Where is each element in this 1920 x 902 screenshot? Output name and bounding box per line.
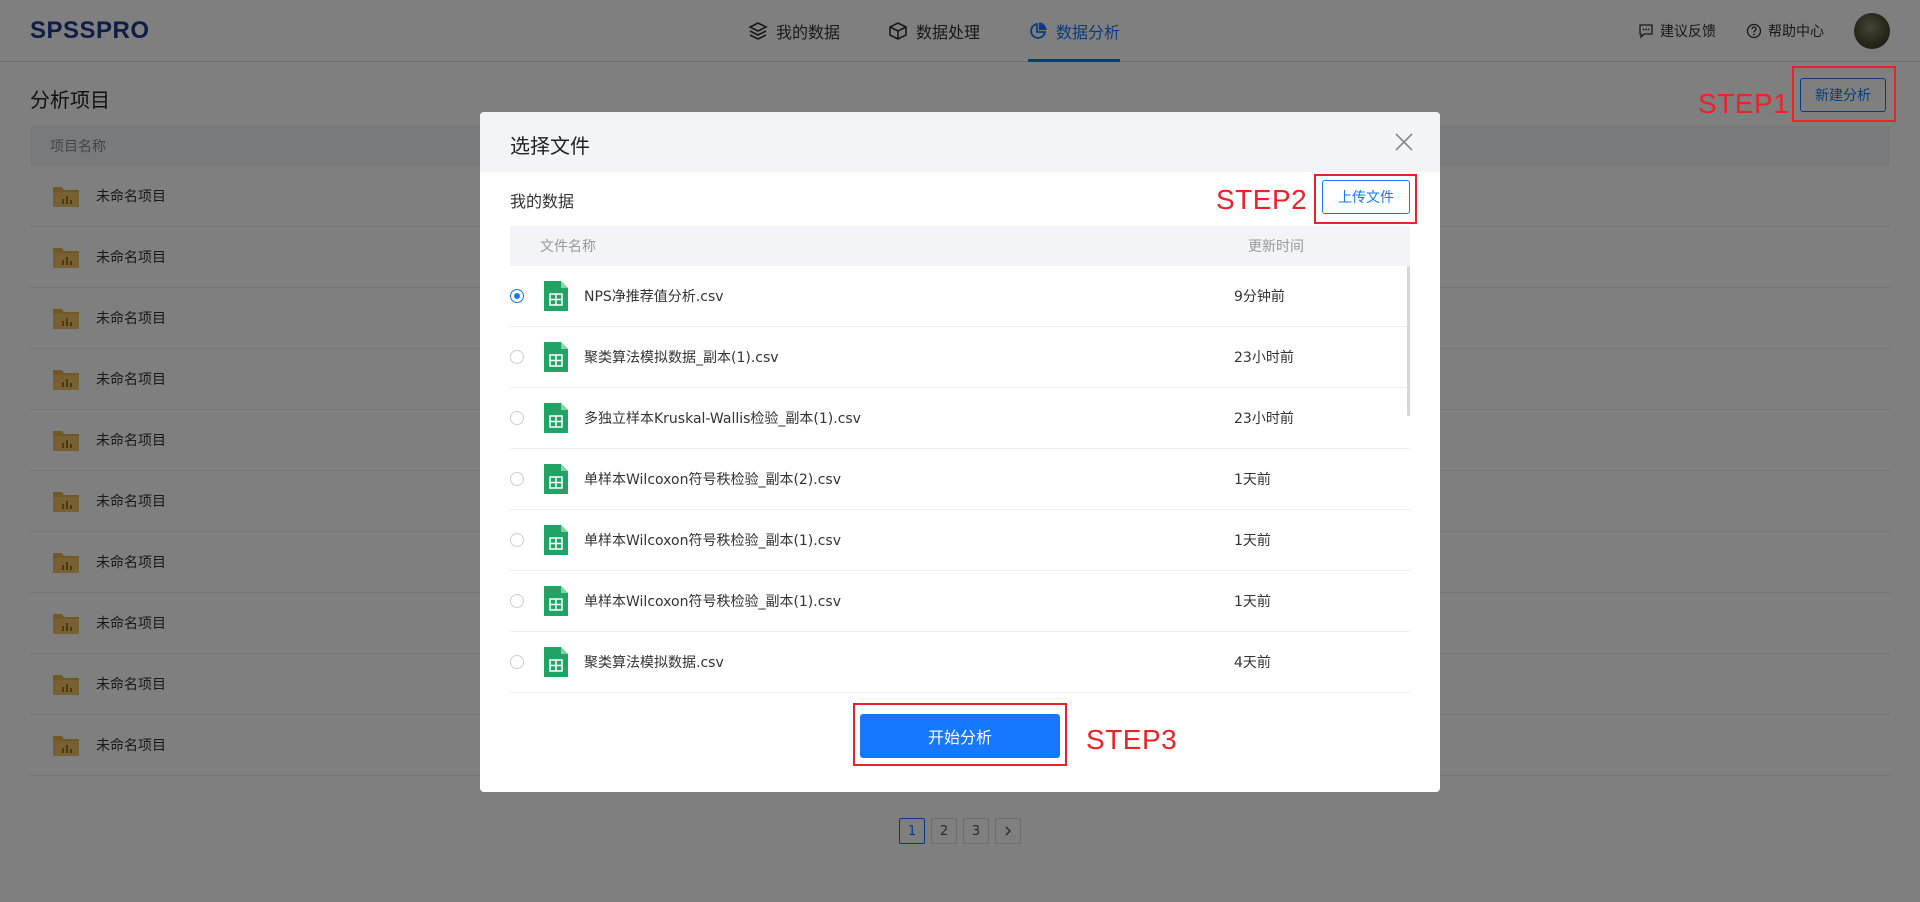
file-list-scrollbar[interactable] <box>1407 266 1410 416</box>
file-time: 1天前 <box>1234 594 1271 610</box>
step3-label: STEP3 <box>1086 724 1178 755</box>
file-time: 23小时前 <box>1234 350 1294 366</box>
file-radio[interactable] <box>510 472 524 486</box>
spreadsheet-icon <box>544 281 568 311</box>
file-list[interactable]: NPS净推荐值分析.csv 9分钟前 聚类算法模拟数据_副本(1).csv 23… <box>510 266 1410 696</box>
file-row[interactable]: 聚类算法模拟数据.csv 4天前 <box>510 632 1410 693</box>
file-name: 单样本Wilcoxon符号秩检验_副本(1).csv <box>584 533 841 549</box>
file-table: 文件名称 更新时间 NPS净推荐值分析.csv 9分钟前 聚类算法模拟数据_副本… <box>510 226 1410 696</box>
file-radio[interactable] <box>510 350 524 364</box>
file-row[interactable]: 单样本Wilcoxon符号秩检验_副本(2).csv 1天前 <box>510 449 1410 510</box>
file-radio[interactable] <box>510 533 524 547</box>
section-label-my-data: 我的数据 <box>510 192 575 211</box>
file-name: 多独立样本Kruskal-Wallis检验_副本(1).csv <box>584 411 861 427</box>
file-radio[interactable] <box>510 594 524 608</box>
step2-highlight-box <box>1314 174 1417 224</box>
file-name: 聚类算法模拟数据_副本(1).csv <box>584 350 779 366</box>
spreadsheet-icon <box>544 342 568 372</box>
file-time: 4天前 <box>1234 655 1271 671</box>
step1-label: STEP1 <box>1698 88 1790 119</box>
file-row[interactable]: NPS净推荐值分析.csv 9分钟前 <box>510 266 1410 327</box>
dialog-title: 选择文件 <box>510 134 590 158</box>
file-name: 聚类算法模拟数据.csv <box>584 655 724 671</box>
spreadsheet-icon <box>544 403 568 433</box>
step3-highlight-box <box>853 703 1067 766</box>
spreadsheet-icon <box>544 586 568 616</box>
file-radio[interactable] <box>510 411 524 425</box>
file-radio[interactable] <box>510 289 524 303</box>
spreadsheet-icon <box>544 464 568 494</box>
step1-highlight-box <box>1792 66 1896 122</box>
file-time: 1天前 <box>1234 533 1271 549</box>
file-time: 9分钟前 <box>1234 289 1285 305</box>
file-name: 单样本Wilcoxon符号秩检验_副本(2).csv <box>584 472 841 488</box>
file-name: 单样本Wilcoxon符号秩检验_副本(1).csv <box>584 594 841 610</box>
file-row[interactable]: 多独立样本Kruskal-Wallis检验_副本(1).csv 23小时前 <box>510 388 1410 449</box>
column-file-name: 文件名称 <box>540 239 596 255</box>
file-row[interactable]: 单样本Wilcoxon符号秩检验_副本(1).csv 1天前 <box>510 571 1410 632</box>
spreadsheet-icon <box>544 525 568 555</box>
file-time: 1天前 <box>1234 472 1271 488</box>
file-name: NPS净推荐值分析.csv <box>584 289 724 305</box>
file-table-header: 文件名称 更新时间 <box>510 226 1410 266</box>
step2-label: STEP2 <box>1216 184 1308 215</box>
column-update-time: 更新时间 <box>1248 239 1304 255</box>
spreadsheet-icon <box>544 647 568 677</box>
file-radio[interactable] <box>510 655 524 669</box>
file-row[interactable]: 聚类算法模拟数据_副本(1).csv 23小时前 <box>510 327 1410 388</box>
file-row[interactable]: 单样本Wilcoxon符号秩检验_副本(1).csv 1天前 <box>510 510 1410 571</box>
file-time: 23小时前 <box>1234 411 1294 427</box>
close-icon[interactable] <box>1392 130 1416 154</box>
dialog-header: 选择文件 <box>480 112 1440 172</box>
